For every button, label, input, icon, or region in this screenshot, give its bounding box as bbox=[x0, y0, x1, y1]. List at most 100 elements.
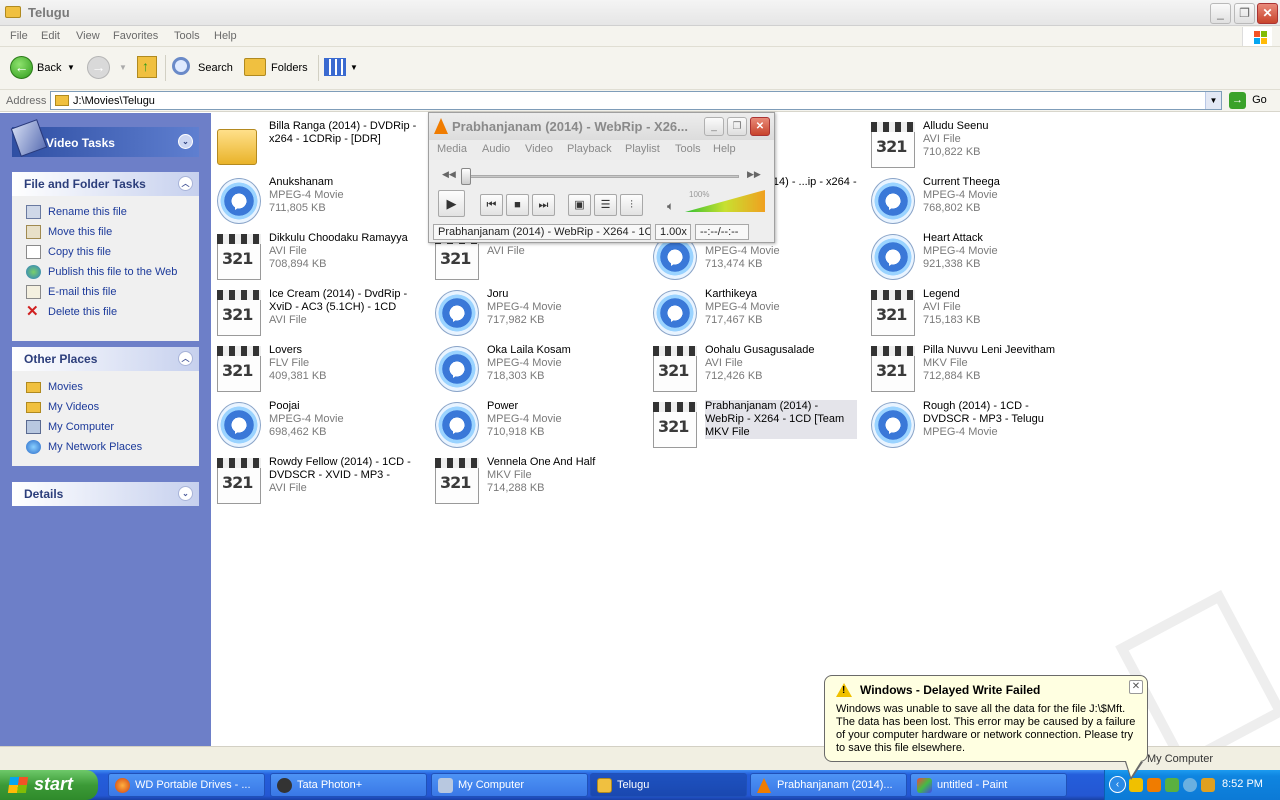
stop-button[interactable]: ■ bbox=[506, 194, 529, 216]
menu-file[interactable]: File bbox=[10, 30, 28, 42]
file-item[interactable]: 321 Legend AVI File 715,183 KB bbox=[869, 287, 1079, 339]
tray-vlc-icon[interactable] bbox=[1147, 778, 1161, 792]
previous-button[interactable]: ⏮ bbox=[480, 194, 503, 216]
balloon-close-button[interactable]: ✕ bbox=[1129, 680, 1143, 694]
search-button[interactable]: Search bbox=[172, 55, 236, 81]
file-item[interactable]: 321 Oohalu Gusagusalade AVI File 712,426 KB bbox=[651, 343, 861, 395]
details-header[interactable]: Details ⌄ bbox=[12, 482, 199, 506]
chevron-down-icon[interactable]: ⌄ bbox=[178, 486, 193, 501]
file-item[interactable]: 321 Pilla Nuvvu Leni Jeevitham MKV File 712… bbox=[869, 343, 1079, 395]
vlc-menu-media[interactable]: Media bbox=[437, 143, 467, 155]
task-my-computer[interactable]: My Computer bbox=[431, 773, 588, 797]
next-button[interactable]: ⏭ bbox=[532, 194, 555, 216]
address-field[interactable]: J:\Movies\Telugu ▼ bbox=[50, 91, 1222, 110]
tray-expand-icon[interactable]: ‹ bbox=[1109, 776, 1126, 793]
other-places-header[interactable]: Other Places ︿ bbox=[12, 347, 199, 371]
place-my-videos[interactable]: My Videos bbox=[24, 397, 199, 417]
vlc-minimize-button[interactable]: _ bbox=[704, 117, 724, 136]
vlc-menu-audio[interactable]: Audio bbox=[482, 143, 510, 155]
chevron-up-icon[interactable]: ︿ bbox=[178, 351, 193, 366]
file-item[interactable]: 321 Dikkulu Choodaku Ramayya AVI File 708,8… bbox=[215, 231, 425, 283]
menu-favorites[interactable]: Favorites bbox=[113, 30, 158, 42]
chevron-up-icon[interactable]: ︿ bbox=[178, 176, 193, 191]
vlc-time[interactable]: --:--/--:-- bbox=[695, 224, 749, 240]
file-item[interactable]: 321 Rowdy Fellow (2014) - 1CD - DVDSCR - … bbox=[215, 455, 425, 507]
video-tasks-header[interactable]: Video Tasks ⌄ bbox=[10, 119, 199, 157]
file-item[interactable]: Poojai MPEG-4 Movie 698,462 KB bbox=[215, 399, 425, 451]
task-vlc-prabhanjanam[interactable]: Prabhanjanam (2014)... bbox=[750, 773, 907, 797]
tray-network-icon[interactable] bbox=[1165, 778, 1179, 792]
maximize-button[interactable]: ❐ bbox=[1234, 3, 1255, 24]
file-item[interactable]: Oka Laila Kosam MPEG-4 Movie 718,303 KB bbox=[433, 343, 643, 395]
rewind-icon[interactable]: ◀◀ bbox=[442, 169, 456, 180]
file-item[interactable]: 321 Prabhanjanam (2014) - WebRip - X264 -… bbox=[651, 399, 861, 451]
task-wd-portable-drives[interactable]: WD Portable Drives - ... bbox=[108, 773, 265, 797]
menu-edit[interactable]: Edit bbox=[41, 30, 60, 42]
file-item[interactable]: Heart Attack MPEG-4 Movie 921,338 KB bbox=[869, 231, 1079, 283]
speaker-icon[interactable]: 🔈︎ bbox=[667, 199, 674, 214]
address-path[interactable]: J:\Movies\Telugu bbox=[73, 95, 155, 107]
views-button[interactable]: ▼ bbox=[324, 55, 358, 81]
vlc-speed[interactable]: 1.00x bbox=[655, 224, 691, 240]
back-button[interactable]: ← Back ▼ bbox=[10, 55, 78, 81]
address-dropdown-icon[interactable]: ▼ bbox=[1205, 92, 1221, 109]
task-telugu[interactable]: Telugu bbox=[590, 773, 747, 797]
vlc-menu-tools[interactable]: Tools bbox=[675, 143, 701, 155]
task-paint[interactable]: untitled - Paint bbox=[910, 773, 1067, 797]
clock[interactable]: 8:52 PM bbox=[1222, 778, 1263, 790]
place-my-computer[interactable]: My Computer bbox=[24, 417, 199, 437]
close-button[interactable]: ✕ bbox=[1257, 3, 1278, 24]
email-file-link[interactable]: E-mail this file bbox=[24, 282, 199, 302]
file-item[interactable]: Billa Ranga (2014) - DVDRip - x264 - 1CD… bbox=[215, 119, 425, 171]
place-movies[interactable]: Movies bbox=[24, 377, 199, 397]
minimize-button[interactable]: _ bbox=[1210, 3, 1231, 24]
vlc-menu-playlist[interactable]: Playlist bbox=[625, 143, 660, 155]
file-item[interactable]: Power MPEG-4 Movie 710,918 KB bbox=[433, 399, 643, 451]
file-item[interactable]: 321 Vennela One And Half MKV File 714,288 K… bbox=[433, 455, 643, 507]
tray-app-icon[interactable] bbox=[1183, 778, 1197, 792]
media-player-file-icon bbox=[653, 290, 697, 336]
delete-file-link[interactable]: ✕ Delete this file bbox=[24, 302, 199, 322]
file-item[interactable]: Rough (2014) - 1CD - DVDSCR - MP3 - Telu… bbox=[869, 399, 1079, 451]
task-tata-photon[interactable]: Tata Photon+ bbox=[270, 773, 427, 797]
forward-button[interactable]: → ▼ bbox=[87, 55, 127, 81]
menu-tools[interactable]: Tools bbox=[174, 30, 200, 42]
menu-help[interactable]: Help bbox=[214, 30, 237, 42]
vlc-menu-help[interactable]: Help bbox=[713, 143, 736, 155]
menu-view[interactable]: View bbox=[76, 30, 100, 42]
publish-web-link[interactable]: Publish this file to the Web bbox=[24, 262, 199, 282]
fullscreen-button[interactable]: ▣ bbox=[568, 194, 591, 216]
extended-settings-button[interactable]: ⫶ bbox=[620, 194, 643, 216]
up-folder-button[interactable]: ↑ bbox=[136, 55, 160, 81]
vlc-seek-bar[interactable] bbox=[465, 175, 739, 178]
file-item[interactable]: Current Theega MPEG-4 Movie 768,802 KB bbox=[869, 175, 1079, 227]
folders-button[interactable]: Folders bbox=[244, 55, 312, 81]
tray-warning-icon[interactable] bbox=[1129, 778, 1143, 792]
copy-file-link[interactable]: Copy this file bbox=[24, 242, 199, 262]
move-file-link[interactable]: Move this file bbox=[24, 222, 199, 242]
file-item[interactable]: Karthikeya MPEG-4 Movie 717,467 KB bbox=[651, 287, 861, 339]
file-size: 712,884 KB bbox=[923, 370, 981, 382]
vlc-menu-playback[interactable]: Playback bbox=[567, 143, 612, 155]
play-button[interactable]: ▶ bbox=[438, 190, 465, 217]
start-button[interactable]: start bbox=[0, 770, 98, 800]
rename-file-link[interactable]: Rename this file bbox=[24, 202, 199, 222]
fast-forward-icon[interactable]: ▶▶ bbox=[747, 169, 761, 180]
chevron-down-icon[interactable]: ⌄ bbox=[178, 134, 193, 149]
place-network[interactable]: My Network Places bbox=[24, 437, 199, 457]
go-button[interactable]: → Go bbox=[1229, 92, 1267, 109]
windows-logo-icon bbox=[1242, 27, 1272, 46]
vlc-close-button[interactable]: ✕ bbox=[750, 117, 770, 136]
volume-slider[interactable]: 100% bbox=[685, 190, 765, 212]
tray-security-icon[interactable] bbox=[1201, 778, 1215, 792]
file-item[interactable]: 321 Ice Cream (2014) - DvdRip - XviD - AC… bbox=[215, 287, 425, 339]
file-item[interactable]: 321 Lovers FLV File 409,381 KB bbox=[215, 343, 425, 395]
vlc-menu-video[interactable]: Video bbox=[525, 143, 553, 155]
file-item[interactable]: Anukshanam MPEG-4 Movie 711,805 KB bbox=[215, 175, 425, 227]
file-folder-tasks-header[interactable]: File and Folder Tasks ︿ bbox=[12, 172, 199, 196]
file-item[interactable]: Joru MPEG-4 Movie 717,982 KB bbox=[433, 287, 643, 339]
vlc-seek-handle[interactable] bbox=[461, 168, 471, 185]
playlist-button[interactable]: ☰ bbox=[594, 194, 617, 216]
vlc-maximize-button[interactable]: ❐ bbox=[727, 117, 747, 136]
file-item[interactable]: 321 Alludu Seenu AVI File 710,822 KB bbox=[869, 119, 1079, 171]
